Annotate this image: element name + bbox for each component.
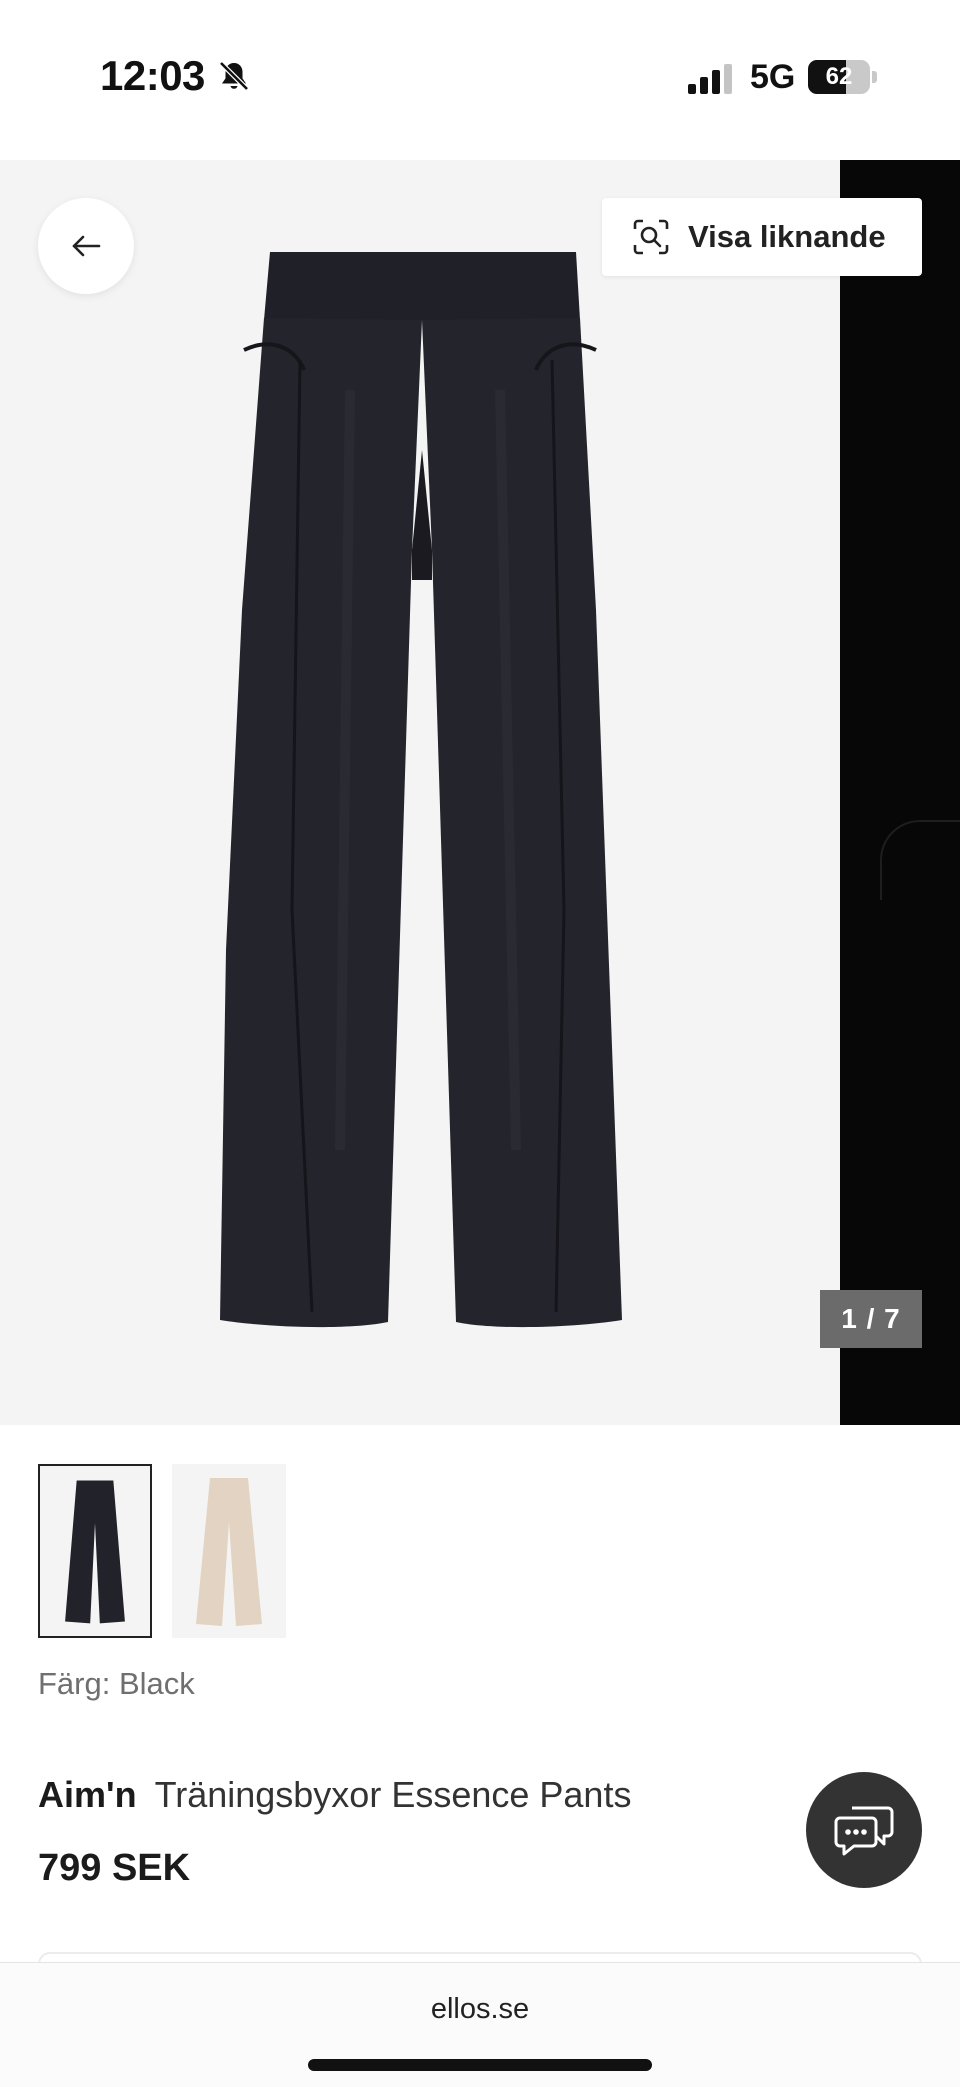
visa-liknande-button[interactable]: Visa liknande	[602, 198, 922, 276]
home-indicator[interactable]	[308, 2059, 652, 2071]
pants-illustration	[220, 252, 622, 1328]
battery-level: 62	[825, 63, 853, 90]
swatch-black-image	[65, 1480, 125, 1624]
color-label: Färg: Black	[38, 1666, 195, 1701]
bell-off-icon	[219, 61, 249, 91]
product-image[interactable]	[0, 160, 840, 1425]
status-time: 12:03	[100, 52, 205, 99]
visual-search-icon	[633, 219, 669, 255]
image-counter: 1 / 7	[820, 1290, 922, 1348]
chat-bubbles-icon	[834, 1806, 894, 1856]
product-title: Aim'n Träningsbyxor Essence Pants	[38, 1774, 631, 1816]
swatch-beige-image	[196, 1478, 262, 1626]
browser-bar: ellos.se	[0, 1962, 960, 2087]
visa-liknande-label: Visa liknande	[688, 219, 886, 254]
arrow-left-icon	[72, 235, 101, 257]
battery-icon: 62	[808, 60, 877, 94]
url-field[interactable]: ellos.se	[0, 1993, 960, 2026]
product-name: Träningsbyxor Essence Pants	[154, 1774, 632, 1815]
next-product-image[interactable]	[840, 160, 960, 1425]
back-button[interactable]	[38, 198, 134, 294]
product-brand[interactable]: Aim'n	[38, 1774, 137, 1815]
swatch-beige[interactable]	[172, 1464, 286, 1638]
chat-button[interactable]	[806, 1772, 922, 1888]
product-price: 799 SEK	[38, 1847, 191, 1889]
network-type: 5G	[750, 58, 796, 96]
status-bar: 12:03 5G 62	[0, 0, 960, 160]
swatch-black[interactable]	[38, 1464, 152, 1638]
product-gallery[interactable]: Visa liknande 1 / 7	[0, 160, 960, 1425]
signal-icon	[688, 64, 732, 94]
